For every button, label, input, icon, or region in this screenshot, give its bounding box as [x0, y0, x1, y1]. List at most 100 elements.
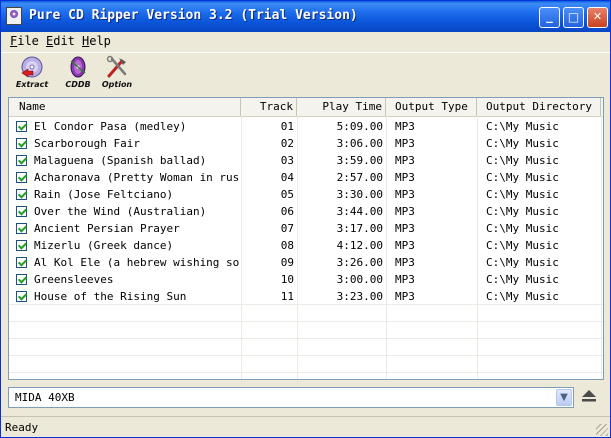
track-name: Greensleeves	[34, 273, 114, 286]
track-play-time: 2:57.00	[336, 171, 383, 184]
menu-edit[interactable]: Edit	[46, 34, 75, 48]
close-button[interactable]: ✕	[587, 7, 608, 28]
grid-line	[9, 355, 603, 356]
track-checkbox[interactable]	[16, 138, 27, 149]
track-output-type: MP3	[395, 222, 415, 235]
column-header-track[interactable]: Track	[241, 98, 297, 116]
track-output-directory: C:\My Music	[486, 154, 559, 167]
minimize-button[interactable]: _	[539, 7, 560, 28]
track-checkbox[interactable]	[16, 240, 27, 251]
track-checkbox[interactable]	[16, 189, 27, 200]
menu-bar: File Edit Help	[1, 32, 610, 51]
track-output-directory: C:\My Music	[486, 273, 559, 286]
extract-button[interactable]: Extract	[12, 55, 52, 93]
track-name: Al Kol Ele (a hebrew wishing song)	[34, 256, 239, 269]
track-name: El Condor Pasa (medley)	[34, 120, 187, 133]
track-list[interactable]: Name Track Play Time Output Type Output …	[8, 97, 604, 380]
track-output-directory: C:\My Music	[486, 171, 559, 184]
track-output-type: MP3	[395, 120, 415, 133]
track-name: Scarborough Fair	[34, 137, 140, 150]
track-output-directory: C:\My Music	[486, 290, 559, 303]
track-checkbox[interactable]	[16, 291, 27, 302]
track-play-time: 3:44.00	[336, 205, 383, 218]
column-header-name[interactable]: Name	[9, 98, 241, 116]
track-checkbox[interactable]	[16, 223, 27, 234]
option-button[interactable]: Option	[97, 55, 137, 93]
track-output-type: MP3	[395, 256, 415, 269]
track-output-type: MP3	[395, 188, 415, 201]
track-output-directory: C:\My Music	[486, 188, 559, 201]
track-play-time: 3:17.00	[336, 222, 383, 235]
table-row[interactable]: Greensleeves 10 3:00.00 MP3 C:\My Music	[9, 271, 603, 288]
eject-button[interactable]	[579, 387, 599, 408]
track-checkbox[interactable]	[16, 206, 27, 217]
extract-icon	[21, 56, 43, 78]
column-header-output-directory[interactable]: Output Directory	[477, 98, 601, 116]
track-output-directory: C:\My Music	[486, 239, 559, 252]
table-row[interactable]: Mizerlu (Greek dance) 08 4:12.00 MP3 C:\My M…	[9, 237, 603, 254]
table-row[interactable]: Acharonava (Pretty Woman in rus... 04 2:57…	[9, 169, 603, 186]
track-play-time: 3:23.00	[336, 290, 383, 303]
track-output-directory: C:\My Music	[486, 137, 559, 150]
app-icon[interactable]	[6, 7, 22, 25]
track-output-type: MP3	[395, 154, 415, 167]
track-checkbox[interactable]	[16, 172, 27, 183]
list-header: Name Track Play Time Output Type Output …	[9, 98, 603, 117]
status-bar: Ready	[1, 416, 610, 438]
track-checkbox[interactable]	[16, 274, 27, 285]
track-output-directory: C:\My Music	[486, 256, 559, 269]
track-checkbox[interactable]	[16, 121, 27, 132]
track-play-time: 3:00.00	[336, 273, 383, 286]
track-number: 07	[280, 222, 294, 235]
toolbar: Extract CDDB Option	[1, 52, 610, 95]
app-window: Pure CD Ripper Version 3.2 (Trial Versio…	[0, 0, 611, 438]
resize-grip-icon[interactable]	[596, 424, 608, 436]
track-number: 01	[280, 120, 294, 133]
track-number: 02	[280, 137, 294, 150]
table-row[interactable]: House of the Rising Sun 11 3:23.00 MP3 C:\My…	[9, 288, 603, 305]
table-row[interactable]: El Condor Pasa (medley) 01 5:09.00 MP3 C:\My…	[9, 118, 603, 135]
track-play-time: 3:26.00	[336, 256, 383, 269]
track-name: Mizerlu (Greek dance)	[34, 239, 174, 252]
menu-help[interactable]: Help	[82, 34, 111, 48]
cddb-button[interactable]: CDDB	[58, 55, 98, 93]
track-checkbox[interactable]	[16, 257, 27, 268]
grid-line	[9, 372, 603, 373]
table-row[interactable]: Over the Wind (Australian) 06 3:44.00 MP3 C:…	[9, 203, 603, 220]
maximize-button[interactable]: □	[563, 7, 584, 28]
track-number: 06	[280, 205, 294, 218]
track-name: Over the Wind (Australian)	[34, 205, 207, 218]
track-name: Acharonava (Pretty Woman in rus...	[34, 171, 239, 184]
column-header-play-time[interactable]: Play Time	[297, 98, 386, 116]
track-output-type: MP3	[395, 171, 415, 184]
chevron-down-icon[interactable]: ▼	[556, 389, 572, 406]
table-row[interactable]: Malaguena (Spanish ballad) 03 3:59.00 MP3 C:…	[9, 152, 603, 169]
track-number: 11	[280, 290, 294, 303]
grid-line	[9, 304, 603, 305]
option-label: Option	[101, 80, 133, 89]
track-output-type: MP3	[395, 290, 415, 303]
track-play-time: 3:06.00	[336, 137, 383, 150]
track-play-time: 5:09.00	[336, 120, 383, 133]
track-output-type: MP3	[395, 205, 415, 218]
track-play-time: 4:12.00	[336, 239, 383, 252]
track-number: 03	[280, 154, 294, 167]
table-row[interactable]: Rain (Jose Feltciano) 05 3:30.00 MP3 C:\My M…	[9, 186, 603, 203]
grid-line	[9, 321, 603, 322]
track-checkbox[interactable]	[16, 155, 27, 166]
drive-select[interactable]: MIDA 40XB ▼	[8, 387, 574, 408]
track-play-time: 3:59.00	[336, 154, 383, 167]
column-header-output-type[interactable]: Output Type	[386, 98, 477, 116]
title-bar[interactable]: Pure CD Ripper Version 3.2 (Trial Versio…	[1, 1, 610, 32]
window-title: Pure CD Ripper Version 3.2 (Trial Versio…	[29, 8, 358, 23]
table-row[interactable]: Al Kol Ele (a hebrew wishing song) 09 3:26…	[9, 254, 603, 271]
table-row[interactable]: Scarborough Fair 02 3:06.00 MP3 C:\My Music	[9, 135, 603, 152]
track-number: 04	[280, 171, 294, 184]
extract-label: Extract	[15, 80, 49, 89]
table-row[interactable]: Ancient Persian Prayer 07 3:17.00 MP3 C:\My …	[9, 220, 603, 237]
track-output-type: MP3	[395, 273, 415, 286]
menu-file[interactable]: File	[10, 34, 39, 48]
track-number: 10	[280, 273, 294, 286]
track-name: Malaguena (Spanish ballad)	[34, 154, 207, 167]
track-name: House of the Rising Sun	[34, 290, 187, 303]
